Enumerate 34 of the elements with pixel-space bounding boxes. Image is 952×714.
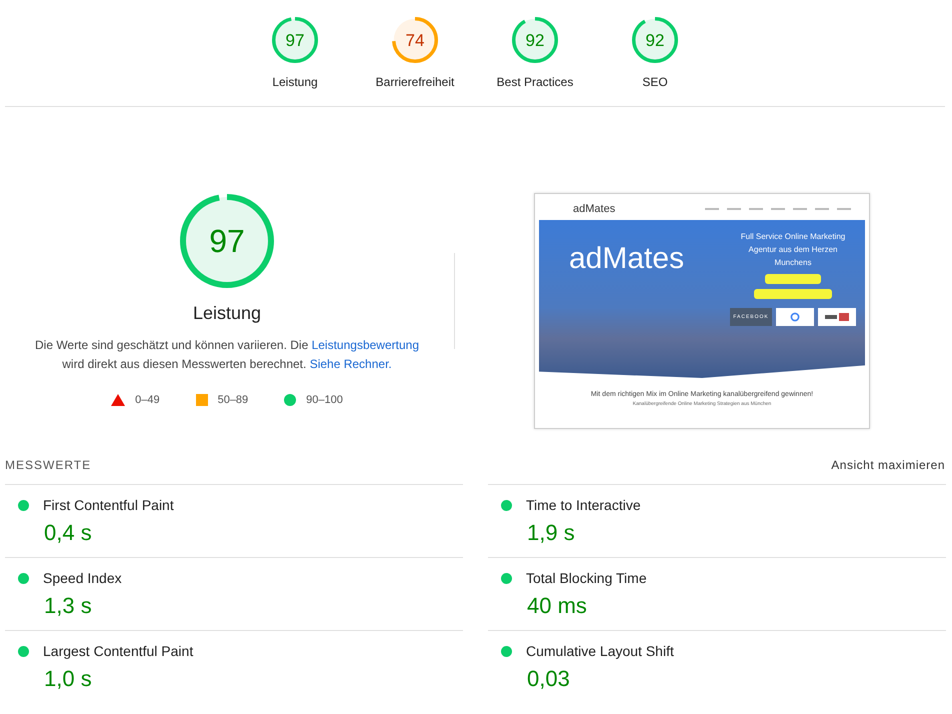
link[interactable]: Siehe Rechner. xyxy=(310,357,392,371)
logo-drawing xyxy=(824,313,849,321)
legend-range: 0–49 xyxy=(135,394,160,406)
score-value: 92 xyxy=(526,32,544,48)
site-logo: adMates xyxy=(573,203,616,215)
metric-value: 40 ms xyxy=(527,593,587,619)
category-label[interactable]: Barrierefreiheit xyxy=(376,75,454,89)
expand-view-toggle[interactable]: Ansicht maximieren xyxy=(831,458,945,472)
metric-name: Speed Index xyxy=(43,570,122,586)
section-heading: MESSWERTE xyxy=(5,458,92,472)
legend-range: 50–89 xyxy=(218,394,248,406)
legend-range: 90–100 xyxy=(306,394,343,406)
description-text: Die Werte sind geschätzt und können variieren. Die Leistungsbewertung wird direkt aus diesen Messwerten berechnet. Siehe Rechner. xyxy=(34,337,420,373)
metric-name: Total Blocking Time xyxy=(526,570,647,586)
link[interactable]: Leistungsbewertung xyxy=(312,338,419,352)
metric-name: Largest Contentful Paint xyxy=(43,643,194,659)
score-value: 74 xyxy=(406,32,424,48)
metric-value: 0,03 xyxy=(527,666,570,692)
hero-logo: adMates xyxy=(569,242,686,277)
score-value: 97 xyxy=(209,225,245,257)
metric-value: 0,4 s xyxy=(44,520,92,546)
hero-headline: Full Service Online Marketing Agentur aus dem Herzen Munchens xyxy=(740,231,846,269)
metric-value: 1,0 s xyxy=(44,666,92,692)
category-label[interactable]: Leistung xyxy=(272,75,318,89)
metric-name: Time to Interactive xyxy=(526,497,641,513)
section-title: Leistung xyxy=(192,303,262,324)
metric-name: First Contentful Paint xyxy=(43,497,174,513)
metric-value: 1,3 s xyxy=(44,593,92,619)
category-label[interactable]: Best Practices xyxy=(496,75,574,89)
score-value: 97 xyxy=(286,32,304,48)
category-label[interactable]: SEO xyxy=(642,75,668,89)
metric-value: 1,9 s xyxy=(527,520,575,546)
score-value: 92 xyxy=(646,32,664,48)
metric-name: Cumulative Layout Shift xyxy=(526,643,674,659)
